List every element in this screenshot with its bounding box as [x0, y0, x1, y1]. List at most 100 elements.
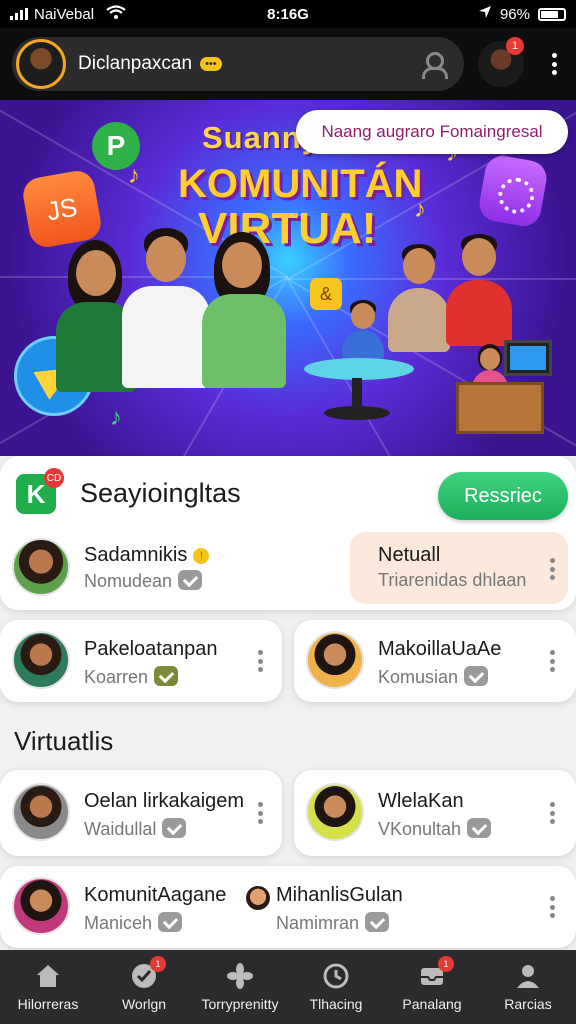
battery-percent: 96% — [499, 5, 530, 23]
nav-label: Tlhacing — [309, 996, 363, 1012]
inbox-icon: 1 — [418, 956, 454, 990]
card-subtitle: Namimran — [276, 912, 390, 934]
js-bubble-icon: JS — [20, 168, 104, 250]
signal-icon — [10, 8, 28, 20]
nav-item-tracing[interactable]: Tlhacing — [288, 950, 384, 1024]
verified-icon — [162, 818, 187, 838]
card-subtitle: Nomudean — [84, 570, 203, 592]
mini-avatar — [246, 886, 270, 910]
wifi-icon — [106, 5, 126, 23]
card-more-icon[interactable] — [550, 896, 556, 918]
alert-dot-icon: ! — [193, 548, 210, 564]
status-right: 96% — [478, 5, 566, 23]
home-icon — [34, 962, 62, 990]
profile-name: Diclanpaxcan — [78, 53, 193, 74]
verified-icon — [158, 912, 183, 932]
community-card[interactable]: MakoillaUaAe Komusian — [294, 620, 576, 702]
app-screen: NaiVebal 8:16G 96% Diclanpaxcan ••• 1 P … — [0, 0, 576, 1024]
loop-bubble-icon — [476, 153, 550, 229]
monitor-icon — [504, 340, 552, 376]
nav-label: Worlgn — [121, 996, 167, 1012]
card-subtitle: Waidullal — [84, 818, 187, 840]
card-title: Netuall — [378, 544, 441, 566]
avatar — [306, 631, 364, 689]
hero-person-illustration — [202, 232, 286, 388]
community-card[interactable]: Pakeloatanpan Koarren — [0, 620, 282, 702]
community-card[interactable]: Sadamnikis! Nomudean — [8, 532, 342, 604]
person-icon[interactable] — [420, 52, 448, 79]
card-title: WlelaKan — [378, 790, 464, 812]
nav-badge: 1 — [438, 956, 454, 972]
nav-badge: 1 — [150, 956, 166, 972]
status-bar: NaiVebal 8:16G 96% — [0, 0, 576, 28]
card-title: Sadamnikis! — [84, 544, 210, 567]
hero-banner[interactable]: P JS & ♪ ♪ ♪ ♪ Suanny KOMUNITÁN VIRTUA! … — [0, 100, 576, 456]
notification-badge: 1 — [506, 37, 524, 55]
bottom-navigation: Hilorreras 1 Worlgn Torryprenitty Tlhaci… — [0, 950, 576, 1024]
avatar — [12, 783, 70, 841]
hero-person-illustration — [446, 234, 512, 346]
card-more-icon[interactable] — [258, 650, 264, 672]
location-icon — [478, 5, 492, 23]
nav-label: Torryprenitty — [201, 996, 279, 1012]
hero-table-base — [324, 406, 390, 420]
hero-title-line1: KOMUNITÁN — [178, 162, 423, 206]
section-title: Seayioingltas — [80, 478, 241, 508]
hero-person-illustration — [122, 228, 210, 388]
card-title: MihanlisGulan — [276, 884, 403, 906]
more-menu-icon[interactable] — [544, 49, 564, 79]
nav-item-community[interactable]: Torryprenitty — [192, 950, 288, 1024]
check-circle-icon: 1 — [130, 956, 166, 990]
avatar — [306, 783, 364, 841]
nav-item-home[interactable]: Hilorreras — [0, 950, 96, 1024]
music-note-icon: ♪ — [128, 162, 140, 189]
nav-item-worlgn[interactable]: 1 Worlgn — [96, 950, 192, 1024]
card-subtitle: VKonultah — [378, 818, 492, 840]
verified-icon — [365, 912, 390, 932]
card-title: Oelan lirkakaigem — [84, 790, 245, 812]
avatar — [12, 538, 70, 596]
hero-person-illustration — [340, 300, 386, 360]
card-title: KomunitAagane — [84, 884, 227, 906]
verified-icon — [178, 570, 203, 590]
community-card[interactable]: KomunitAagane Maniceh MihanlisGulan Nami… — [0, 866, 576, 948]
avatar[interactable] — [16, 39, 66, 89]
card-subtitle: Komusian — [378, 666, 489, 688]
hero-table-illustration — [304, 358, 414, 380]
nav-label: Rarcias — [504, 996, 552, 1012]
nav-label: Panalang — [402, 996, 462, 1012]
carrier-name: NaiVebal — [34, 5, 95, 23]
k-app-badge: CD — [44, 468, 64, 488]
card-subtitle: Triarenidas dhlaan — [378, 570, 527, 590]
nav-label: Hilorreras — [17, 996, 79, 1012]
verified-icon — [464, 666, 489, 686]
game-icon — [154, 666, 179, 686]
card-title: MakoillaUaAe — [378, 638, 502, 660]
avatar — [12, 631, 70, 689]
community-card[interactable]: WlelaKan VKonultah — [294, 770, 576, 856]
card-more-icon[interactable] — [550, 558, 556, 580]
nav-item-panalang[interactable]: 1 Panalang — [384, 950, 480, 1024]
card-more-icon[interactable] — [550, 802, 556, 824]
status-left: NaiVebal — [10, 5, 126, 23]
card-more-icon[interactable] — [258, 802, 264, 824]
music-note-icon: ♪ — [110, 404, 122, 431]
clock-icon — [322, 962, 350, 990]
profile-bar[interactable]: Diclanpaxcan ••• — [12, 37, 464, 91]
hero-desk-illustration — [456, 382, 544, 434]
register-button[interactable]: Ressriec — [438, 472, 568, 520]
fan-icon — [226, 962, 254, 990]
hero-person-illustration — [388, 244, 450, 352]
ampersand-icon: & — [310, 278, 342, 310]
avatar — [12, 877, 70, 935]
hero-pill-label[interactable]: Naang augraro Fomaingresal — [296, 110, 568, 154]
battery-icon — [538, 7, 566, 21]
notification-avatar[interactable]: 1 — [478, 37, 524, 87]
emoji-badge: ••• — [200, 57, 222, 71]
card-more-icon[interactable] — [550, 650, 556, 672]
verified-icon — [467, 818, 492, 838]
community-card-highlighted[interactable]: Netuall Triarenidas dhlaan — [350, 532, 568, 604]
nav-item-profile[interactable]: Rarcias — [480, 950, 576, 1024]
community-card[interactable]: Oelan lirkakaigem Waidullal — [0, 770, 282, 856]
card-subtitle: Maniceh — [84, 912, 183, 934]
